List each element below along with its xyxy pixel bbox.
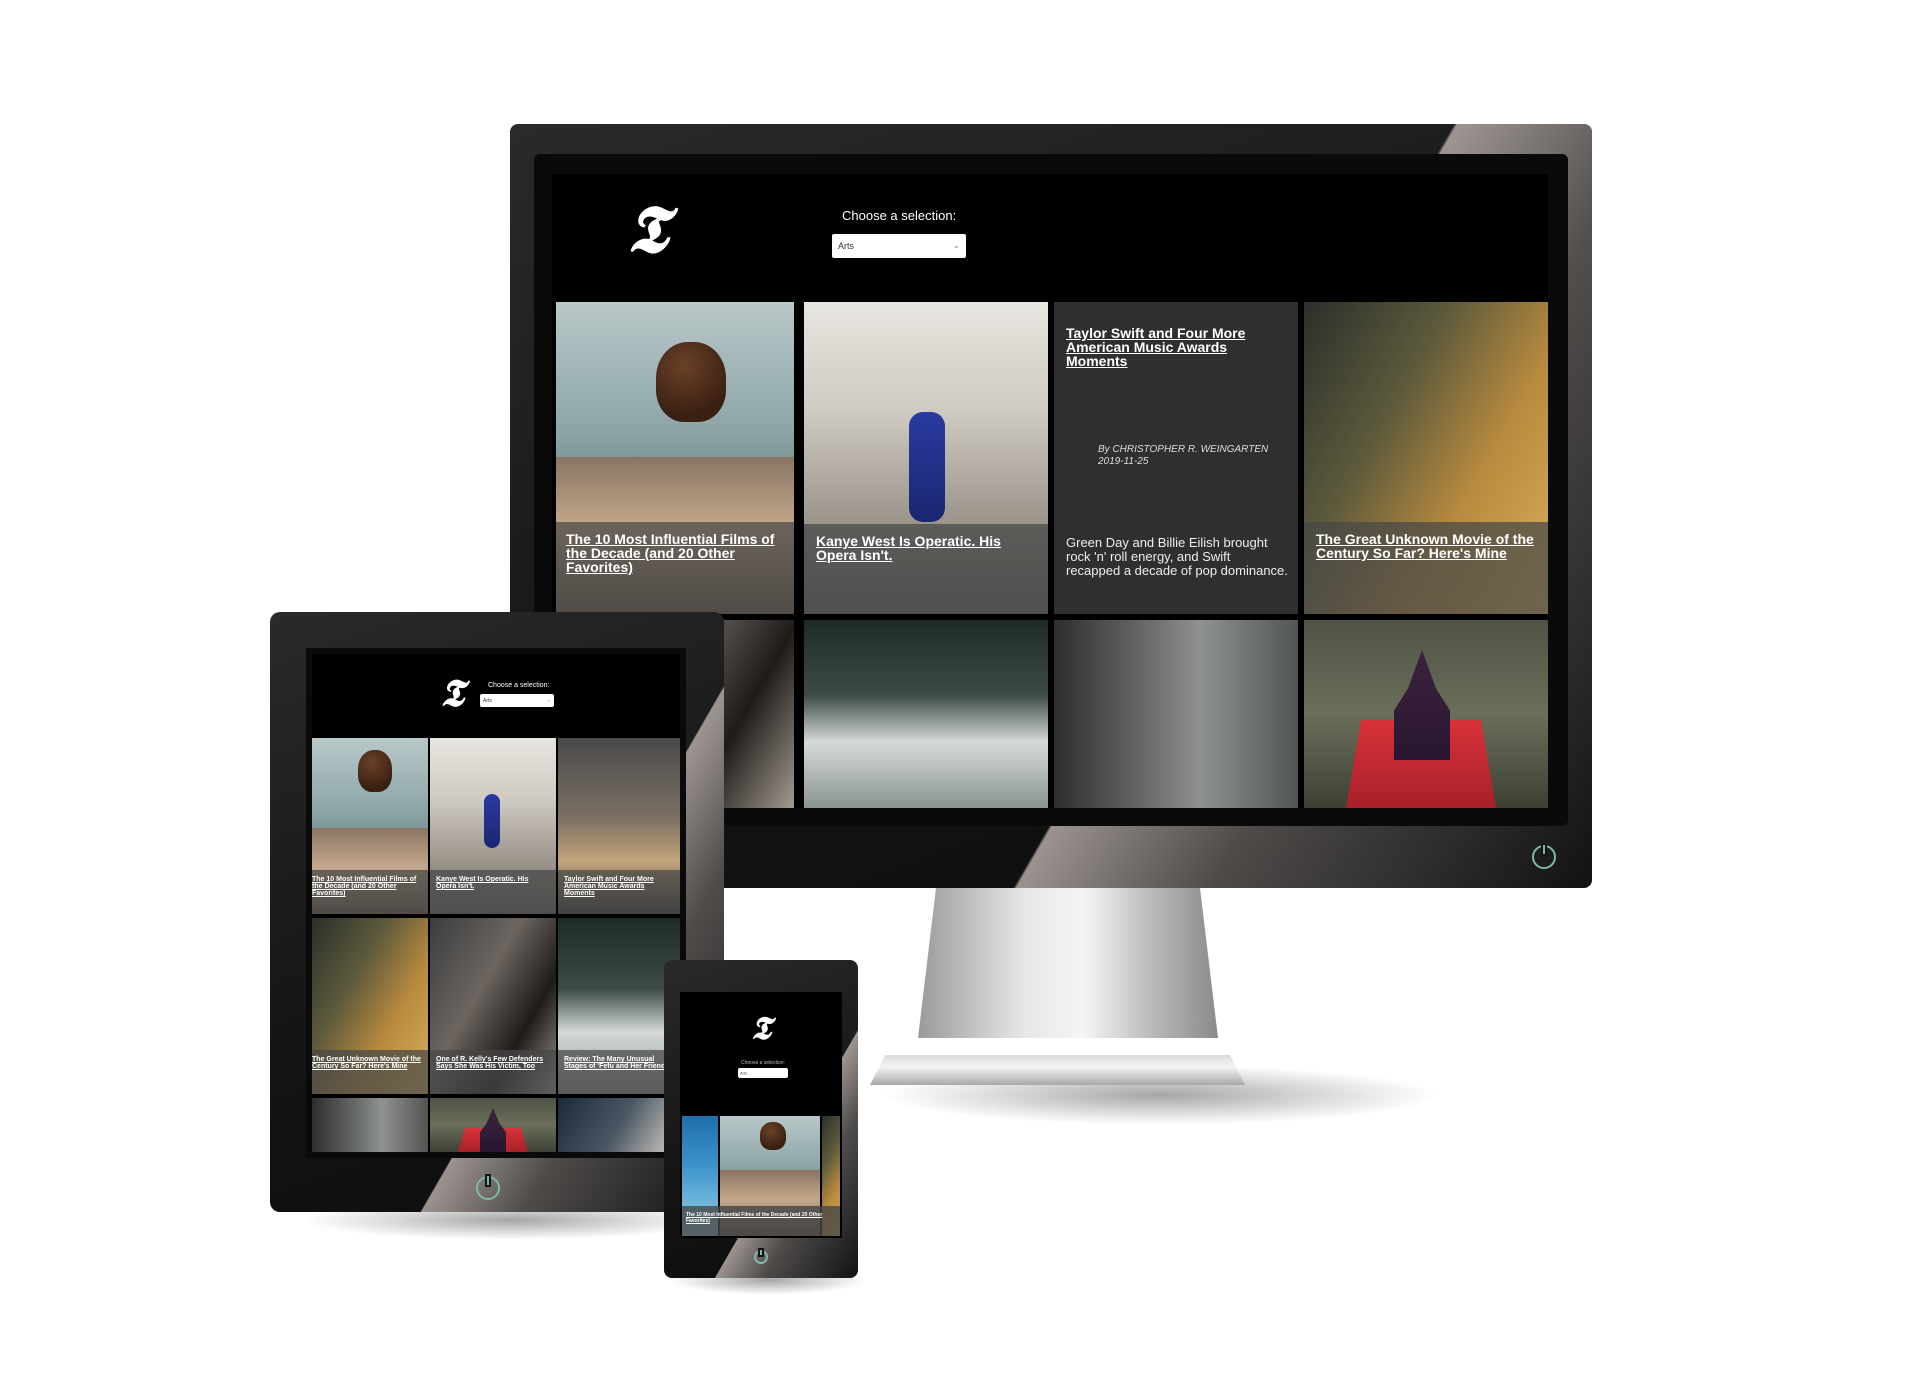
story-image	[656, 342, 726, 422]
monitor-stand-base	[870, 1055, 1245, 1085]
nyt-logo-icon[interactable]: 𝕿	[432, 674, 472, 712]
story-title[interactable]: Review: The Many Unusual Stages of 'Fefu…	[558, 1050, 680, 1094]
phone-screen: 𝕿 Choose a selection: Arts The 10 Most I…	[680, 992, 842, 1238]
nyt-logo-icon[interactable]: 𝕿	[612, 196, 682, 262]
story-image-figure	[909, 412, 945, 522]
story-title[interactable]: The 10 Most Influential Films of the Dec…	[312, 870, 428, 914]
story-tile[interactable]	[430, 1098, 556, 1152]
tablet-screen: 𝕿 Choose a selection: Arts ⌄ The 10 Most…	[306, 648, 686, 1158]
story-title[interactable]: Taylor Swift and Four More American Musi…	[1066, 326, 1286, 368]
section-select-value: Arts	[740, 1070, 748, 1076]
story-image	[358, 750, 392, 792]
story-title[interactable]: The Great Unknown Movie of the Century S…	[312, 1050, 428, 1094]
story-title[interactable]: Kanye West Is Operatic. His Opera Isn't.	[430, 870, 556, 914]
story-caption-bar[interactable]: The 10 Most Influential Films of the Dec…	[682, 1206, 840, 1236]
monitor-power-icon[interactable]	[1532, 845, 1556, 869]
story-abstract: Green Day and Billie Eilish brought rock…	[1066, 535, 1288, 578]
section-select[interactable]: Arts ⌄	[480, 694, 554, 707]
story-tile[interactable]: The Great Unknown Movie of the Century S…	[312, 918, 428, 1094]
chevron-down-icon: ⌄	[952, 239, 960, 250]
story-date: 2019-11-25	[1098, 456, 1149, 467]
section-select-value: Arts	[838, 241, 855, 251]
section-select[interactable]: Arts	[738, 1068, 788, 1078]
nyt-logo-icon[interactable]: 𝕿	[744, 1012, 778, 1044]
story-tile[interactable]: Kanye West Is Operatic. His Opera Isn't.	[430, 738, 556, 914]
story-tile[interactable]	[558, 1098, 680, 1152]
monitor-stand-neck	[918, 888, 1218, 1038]
story-title[interactable]: The 10 Most Influential Films of the Dec…	[556, 522, 794, 614]
phone-power-icon[interactable]	[754, 1250, 768, 1264]
story-tile[interactable]	[1054, 620, 1298, 808]
story-tile[interactable]	[1304, 620, 1548, 808]
story-tile[interactable]: The 10 Most Influential Films of the Dec…	[556, 302, 794, 614]
story-title[interactable]: The 10 Most Influential Films of the Dec…	[686, 1212, 836, 1224]
selection-label: Choose a selection:	[842, 208, 957, 223]
story-title[interactable]: Taylor Swift and Four More American Musi…	[558, 870, 680, 914]
story-byline: By CHRISTOPHER R. WEINGARTEN	[1098, 444, 1269, 455]
story-tile[interactable]: The Great Unknown Movie of the Century S…	[1304, 302, 1548, 614]
section-select-value: Arts	[483, 697, 492, 704]
story-title[interactable]: Kanye West Is Operatic. His Opera Isn't.	[804, 524, 1048, 614]
story-image-figure	[484, 794, 500, 848]
story-tile[interactable]	[312, 1098, 428, 1152]
story-tile[interactable]: The 10 Most Influential Films of the Dec…	[312, 738, 428, 914]
story-image-figure	[1394, 650, 1450, 760]
story-image	[760, 1122, 786, 1150]
selection-label: Choose a selection:	[741, 1060, 785, 1066]
story-tile[interactable]: Review: The Many Unusual Stages of 'Fefu…	[558, 918, 680, 1094]
story-tile-expanded[interactable]: Taylor Swift and Four More American Musi…	[1054, 302, 1298, 614]
story-tile[interactable]: Taylor Swift and Four More American Musi…	[558, 738, 680, 914]
story-title[interactable]: One of R. Kelly's Few Defenders Says She…	[430, 1050, 556, 1094]
section-select[interactable]: Arts ⌄	[832, 234, 966, 258]
story-tile[interactable]	[804, 620, 1048, 808]
tablet-power-icon[interactable]	[476, 1176, 500, 1200]
story-image-figure	[480, 1108, 506, 1152]
chevron-down-icon: ⌄	[546, 697, 551, 704]
story-tile[interactable]: One of R. Kelly's Few Defenders Says She…	[430, 918, 556, 1094]
story-tile[interactable]: Kanye West Is Operatic. His Opera Isn't.	[804, 302, 1048, 614]
story-title[interactable]: The Great Unknown Movie of the Century S…	[1304, 522, 1548, 614]
selection-label: Choose a selection:	[488, 682, 550, 689]
